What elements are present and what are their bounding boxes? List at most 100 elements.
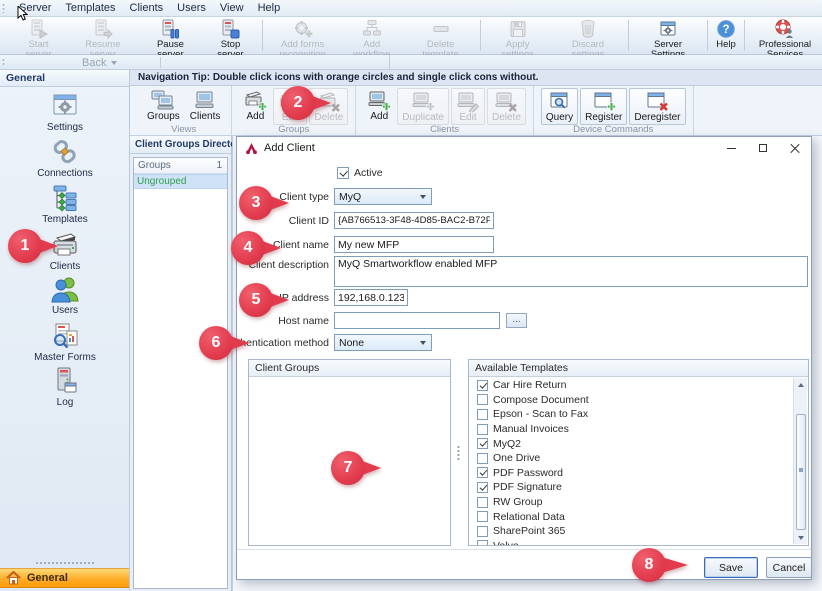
active-checkbox[interactable] xyxy=(337,167,349,179)
views-groups-button[interactable]: Groups xyxy=(143,88,184,123)
sidebar-footer-general[interactable]: General xyxy=(0,568,129,588)
pause-server-button[interactable]: Pause server xyxy=(139,17,203,54)
host-name-input[interactable] xyxy=(334,312,500,329)
menu-users[interactable]: Users xyxy=(170,1,213,15)
triangle-down-icon xyxy=(798,536,804,540)
template-checkbox[interactable] xyxy=(477,453,488,464)
start-server-button[interactable]: Start server xyxy=(10,17,67,54)
template-item[interactable]: Manual Invoices xyxy=(469,422,793,437)
sidebar-item-log[interactable]: Log xyxy=(0,366,130,408)
template-item[interactable]: One Drive xyxy=(469,451,793,466)
panel-splitter[interactable] xyxy=(453,359,464,546)
client-description-input[interactable]: MyQ Smartworkflow enabled MFP xyxy=(334,256,808,287)
template-checkbox[interactable] xyxy=(477,424,488,435)
template-checkbox[interactable] xyxy=(477,511,488,522)
clients-delete-button[interactable]: Delete xyxy=(487,88,526,125)
auth-method-select[interactable]: None xyxy=(334,334,432,351)
save-button[interactable]: Save xyxy=(704,557,758,578)
template-checkbox[interactable] xyxy=(477,380,488,391)
sidebar-item-templates[interactable]: Templates xyxy=(0,183,130,225)
sidebar-splitter[interactable] xyxy=(35,561,95,565)
group-row-ungrouped[interactable]: Ungrouped xyxy=(134,174,227,189)
add-workflow-icon xyxy=(362,19,382,39)
callout-6: 6 xyxy=(199,326,233,360)
register-button[interactable]: Register xyxy=(580,88,627,125)
scroll-up-button[interactable] xyxy=(794,378,807,391)
chevron-down-icon xyxy=(111,61,117,65)
template-item[interactable]: MyQ2 xyxy=(469,436,793,451)
template-item[interactable]: Relational Data xyxy=(469,509,793,524)
template-checkbox[interactable] xyxy=(477,497,488,508)
dialog-titlebar[interactable]: Add Client xyxy=(237,137,811,159)
template-item[interactable]: Volvo xyxy=(469,539,793,545)
template-checkbox[interactable] xyxy=(477,526,488,537)
clients-add-button[interactable]: Add xyxy=(363,88,395,123)
clients-duplicate-button[interactable]: Duplicate xyxy=(397,88,449,125)
client-name-input[interactable] xyxy=(334,236,494,253)
groups-column-header[interactable]: Groups 1 xyxy=(134,158,227,174)
template-item[interactable]: Compose Document xyxy=(469,393,793,408)
discard-settings-button[interactable]: Discard settings xyxy=(551,17,625,54)
template-item[interactable]: RW Group xyxy=(469,495,793,510)
resume-server-button[interactable]: Resume server xyxy=(67,17,139,54)
client-type-select[interactable]: MyQ xyxy=(334,188,432,205)
template-checkbox[interactable] xyxy=(477,409,488,420)
active-label: Active xyxy=(354,167,383,179)
template-checkbox[interactable] xyxy=(477,438,488,449)
clients-edit-button[interactable]: Edit xyxy=(451,88,485,125)
home-icon xyxy=(6,571,21,585)
delete-template-button[interactable]: Delete template xyxy=(404,17,478,54)
back-button[interactable]: Back xyxy=(74,55,125,70)
maximize-button[interactable] xyxy=(747,137,779,159)
toolbar-separator xyxy=(262,20,263,51)
back-toolbar: Back xyxy=(0,55,822,70)
template-checkbox[interactable] xyxy=(477,482,488,493)
template-item[interactable]: PDF Password xyxy=(469,466,793,481)
apply-settings-button[interactable]: Apply settings xyxy=(484,17,551,54)
templates-icon xyxy=(50,183,80,213)
menu-templates[interactable]: Templates xyxy=(58,1,122,15)
connections-icon xyxy=(50,137,80,167)
toolbar-separator xyxy=(480,20,481,51)
sidebar-item-settings[interactable]: Settings xyxy=(0,91,130,133)
add-workflow-button[interactable]: Add workflow xyxy=(340,17,404,54)
callout-5: 5 xyxy=(239,283,273,317)
menu-help[interactable]: Help xyxy=(251,1,288,15)
template-item[interactable]: SharePoint 365 xyxy=(469,524,793,539)
template-checkbox[interactable] xyxy=(477,540,488,545)
cancel-button[interactable]: Cancel xyxy=(766,557,812,578)
template-item[interactable]: Car Hire Return xyxy=(469,378,793,393)
scrollbar-thumb[interactable] xyxy=(796,414,806,530)
callout-1: 1 xyxy=(8,229,42,263)
views-clients-button[interactable]: Clients xyxy=(186,88,225,123)
client-id-label: Client ID xyxy=(289,215,329,227)
ribbon-group-views: Groups Clients Views xyxy=(136,86,232,135)
menu-view[interactable]: View xyxy=(213,1,251,15)
sidebar-header: General xyxy=(0,70,129,87)
templates-scrollbar[interactable] xyxy=(793,378,807,544)
professional-services-button[interactable]: Professional Services xyxy=(748,17,822,54)
scroll-down-button[interactable] xyxy=(794,531,807,544)
available-templates-header: Available Templates xyxy=(469,360,808,377)
groups-add-button[interactable]: Add xyxy=(239,88,271,123)
template-checkbox[interactable] xyxy=(477,394,488,405)
host-name-browse-button[interactable]: ... xyxy=(506,313,527,328)
template-item[interactable]: Epson - Scan to Fax xyxy=(469,407,793,422)
menu-clients[interactable]: Clients xyxy=(123,1,171,15)
sidebar-item-master-forms[interactable]: Master Forms xyxy=(0,321,130,363)
sidebar-item-users[interactable]: Users xyxy=(0,274,130,316)
add-forms-recognition-button[interactable]: Add forms recognition xyxy=(266,17,340,54)
minimize-button[interactable] xyxy=(715,137,747,159)
stop-server-button[interactable]: Stop server xyxy=(202,17,258,54)
help-button[interactable]: ? Help xyxy=(711,17,741,54)
template-checkbox[interactable] xyxy=(477,467,488,478)
query-button[interactable]: Query xyxy=(541,88,578,125)
deregister-button[interactable]: Deregister xyxy=(629,88,685,125)
sidebar-item-connections[interactable]: Connections xyxy=(0,137,130,179)
template-item[interactable]: PDF Signature xyxy=(469,480,793,495)
client-id-input[interactable] xyxy=(334,212,494,229)
ip-address-input[interactable] xyxy=(334,289,408,306)
add-icon xyxy=(243,89,267,111)
close-button[interactable] xyxy=(779,137,811,159)
server-settings-button[interactable]: Server Settings xyxy=(632,17,704,54)
